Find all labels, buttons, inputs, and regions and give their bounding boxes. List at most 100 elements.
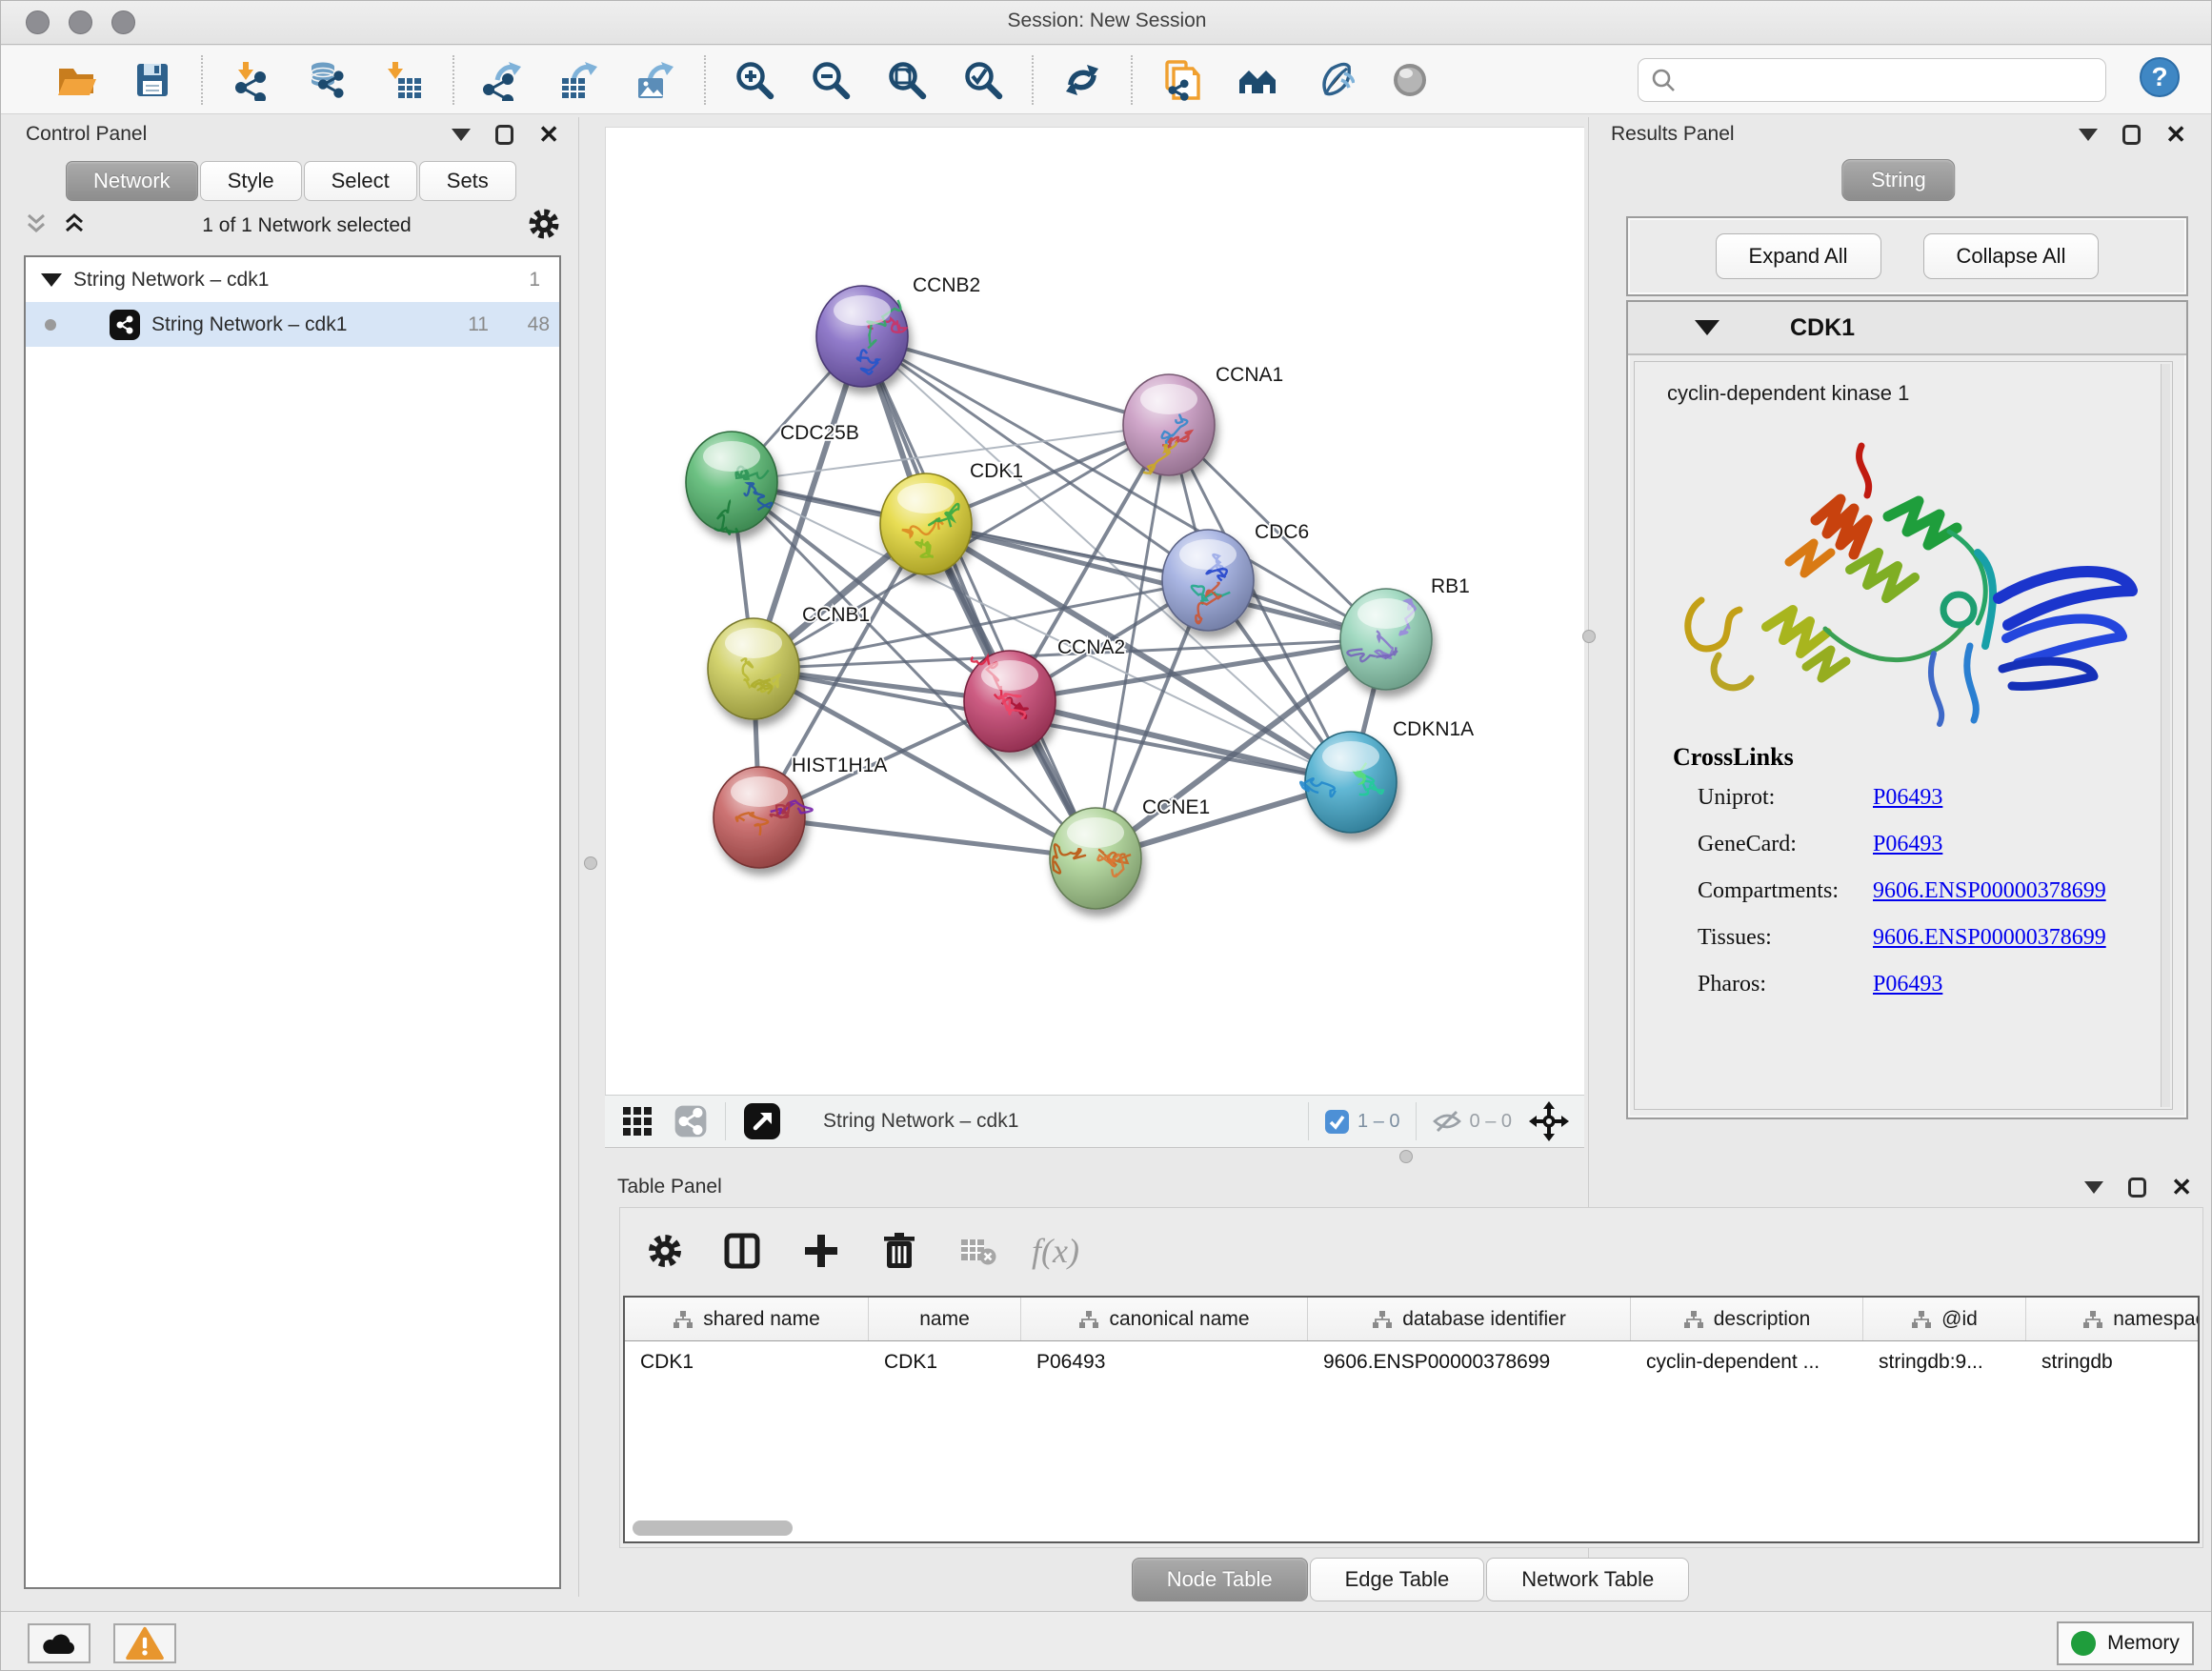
horizontal-splitter-handle[interactable] [1399, 1150, 1413, 1163]
left-splitter[interactable] [578, 117, 579, 1597]
tab-node-table[interactable]: Node Table [1132, 1558, 1308, 1601]
network-graph[interactable]: CCNB2 CCNA1 CDC25B CDK1 CDC6 RB1 [606, 128, 1585, 1096]
help-button[interactable]: ? [2139, 56, 2181, 103]
save-session-button[interactable] [129, 56, 176, 104]
node-CDK1[interactable]: CDK1 [880, 460, 1023, 574]
clone-network-button[interactable] [1157, 56, 1205, 104]
close-panel-icon[interactable]: ✕ [538, 125, 559, 144]
column-header-database-identifier[interactable]: database identifier [1308, 1298, 1631, 1340]
column-header-shared-name[interactable]: shared name [625, 1298, 869, 1340]
svg-text:?: ? [2151, 62, 2167, 91]
node-HIST1H1A[interactable]: HIST1H1A [714, 755, 887, 868]
column-header-namespace[interactable]: namespace [2026, 1298, 2200, 1340]
cloud-status-button[interactable] [28, 1623, 90, 1663]
crosslink-link[interactable]: P06493 [1873, 972, 1942, 997]
column-header-canonical-name[interactable]: canonical name [1021, 1298, 1308, 1340]
import-network-file-button[interactable] [228, 56, 275, 104]
tab-network-table[interactable]: Network Table [1486, 1558, 1689, 1601]
collapse-caret-icon[interactable] [41, 273, 62, 287]
crosslink-link[interactable]: 9606.ENSP00000378699 [1873, 878, 2106, 904]
hidden-eye-icon[interactable] [1432, 1108, 1462, 1135]
add-column-button[interactable] [797, 1227, 845, 1275]
crosslink-label: Tissues: [1673, 925, 1873, 951]
edge-HIST1H1A-CCNE1[interactable] [759, 817, 1096, 858]
crosslink-row: Pharos: P06493 [1673, 972, 2106, 997]
float-panel-icon[interactable] [2122, 125, 2141, 145]
crosslink-link[interactable]: 9606.ENSP00000378699 [1873, 925, 2106, 951]
node-CDC25B[interactable]: CDC25B [686, 422, 859, 534]
fit-selected-crosshair-icon[interactable] [1527, 1097, 1571, 1145]
edge-CCNA2-CDKN1A[interactable] [1010, 701, 1351, 782]
search-input[interactable] [1683, 69, 2094, 91]
tab-select[interactable]: Select [304, 161, 417, 201]
close-panel-icon[interactable]: ✕ [2165, 125, 2186, 144]
column-header--id[interactable]: @id [1863, 1298, 2026, 1340]
results-scrollbar[interactable] [2161, 364, 2170, 1107]
import-table-button[interactable] [380, 56, 428, 104]
float-panel-icon[interactable] [495, 125, 513, 145]
collapse-section-icon[interactable] [1695, 320, 1719, 335]
refresh-button[interactable] [1058, 56, 1106, 104]
network-collection-row[interactable]: String Network – cdk1 1 [26, 257, 559, 302]
edge-CCNB2-CCNE1[interactable] [862, 336, 1096, 858]
close-panel-icon[interactable]: ✕ [2171, 1178, 2192, 1197]
tab-network[interactable]: Network [66, 161, 198, 201]
float-panel-icon[interactable] [2128, 1178, 2146, 1198]
tab-style[interactable]: Style [200, 161, 302, 201]
gear-icon[interactable] [527, 207, 561, 246]
gene-section-header[interactable]: CDK1 [1628, 302, 2186, 355]
zoom-out-button[interactable] [807, 56, 855, 104]
crosslink-link[interactable]: P06493 [1873, 785, 1942, 811]
network-canvas[interactable]: CCNB2 CCNA1 CDC25B CDK1 CDC6 RB1 [605, 127, 1584, 1095]
function-builder-button[interactable]: f(x) [1032, 1231, 1079, 1271]
zoom-selected-button[interactable] [959, 56, 1007, 104]
zoom-fit-button[interactable] [883, 56, 931, 104]
crosslink-label: GeneCard: [1673, 832, 1873, 857]
minimize-panel-icon[interactable] [2079, 129, 2098, 141]
tab-sets[interactable]: Sets [419, 161, 516, 201]
enrichment-button[interactable] [1310, 56, 1357, 104]
node-CCNE1[interactable]: CCNE1 [1050, 796, 1210, 909]
clone-network-icon [1160, 59, 1202, 101]
export-table-button[interactable] [555, 56, 603, 104]
network-row[interactable]: String Network – cdk1 11 48 [26, 302, 559, 347]
node-RB1[interactable]: RB1 [1340, 575, 1470, 690]
crosslink-link[interactable]: P06493 [1873, 832, 1942, 857]
zoom-in-button[interactable] [731, 56, 778, 104]
grid-view-icon[interactable] [618, 1097, 656, 1145]
expand-all-button[interactable]: Expand All [1716, 233, 1881, 279]
column-type-icon [1078, 1310, 1099, 1329]
left-splitter-handle[interactable] [584, 856, 597, 870]
gear-button[interactable] [641, 1227, 689, 1275]
import-network-database-button[interactable] [304, 56, 352, 104]
column-header-description[interactable]: description [1631, 1298, 1863, 1340]
table-row[interactable]: CDK1CDK1P064939606.ENSP00000378699cyclin… [625, 1341, 2198, 1383]
collapse-all-icon[interactable] [24, 211, 49, 241]
edge-CCNB2-CCNA1[interactable] [862, 336, 1169, 425]
column-header-name[interactable]: name [869, 1298, 1021, 1340]
delete-table-button[interactable] [954, 1227, 1001, 1275]
right-splitter-handle[interactable] [1582, 630, 1596, 643]
birds-eye-view-icon[interactable] [741, 1097, 783, 1145]
string-home-button[interactable] [1234, 56, 1281, 104]
crosslink-row: Tissues: 9606.ENSP00000378699 [1673, 925, 2106, 951]
collapse-all-button[interactable]: Collapse All [1923, 233, 2100, 279]
network-share-icon[interactable] [672, 1097, 710, 1145]
tab-string[interactable]: String [1841, 159, 1955, 201]
table-horizontal-scrollbar[interactable] [633, 1520, 793, 1536]
checkbox-icon[interactable] [1324, 1109, 1350, 1135]
warning-status-button[interactable] [113, 1623, 176, 1663]
node-CCNA1[interactable]: CCNA1 [1123, 364, 1283, 475]
open-file-button[interactable] [52, 56, 100, 104]
minimize-panel-icon[interactable] [452, 129, 471, 141]
export-image-button[interactable] [632, 56, 679, 104]
delete-column-button[interactable] [875, 1227, 923, 1275]
tab-edge-table[interactable]: Edge Table [1310, 1558, 1485, 1601]
columns-button[interactable] [719, 1227, 767, 1275]
orb-button[interactable] [1386, 56, 1434, 104]
network-list: String Network – cdk1 1 String Network –… [24, 255, 561, 1589]
export-network-button[interactable] [479, 56, 527, 104]
memory-button[interactable]: Memory [2057, 1621, 2194, 1665]
expand-all-icon[interactable] [62, 211, 87, 241]
minimize-panel-icon[interactable] [2084, 1181, 2103, 1194]
